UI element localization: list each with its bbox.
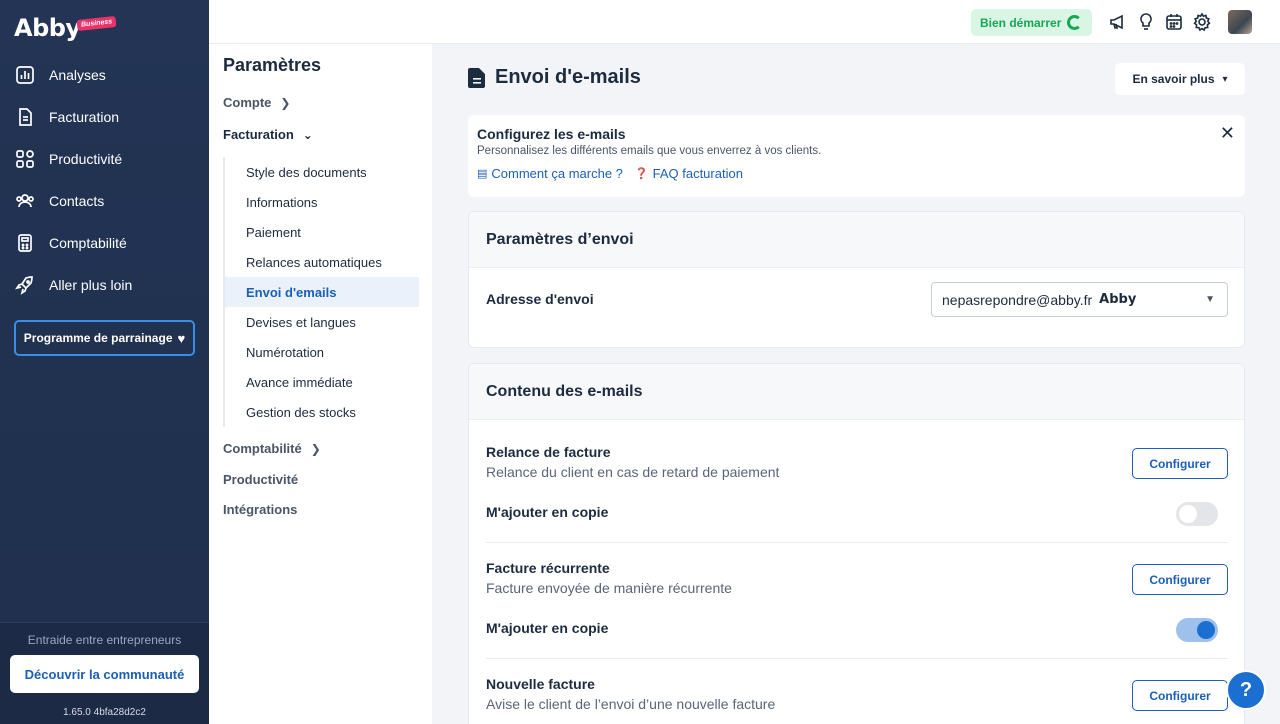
subnav-avance-immediate[interactable]: Avance immédiate xyxy=(225,367,419,397)
faq-link[interactable]: ❓ FAQ facturation xyxy=(635,166,743,181)
chevron-right-icon: ❯ xyxy=(280,95,291,110)
chevron-down-icon: ⌄ xyxy=(302,127,313,142)
info-links: ▤ Comment ça marche ? ❓ FAQ facturation xyxy=(477,166,755,181)
question-circle-icon: ❓ xyxy=(634,168,649,180)
chevron-right-icon: ❯ xyxy=(310,441,321,456)
grid-icon xyxy=(14,148,36,170)
recurrente-copy-toggle[interactable] xyxy=(1176,618,1218,642)
progress-ring-icon xyxy=(1067,15,1083,30)
nav-item-facturation[interactable]: Facturation xyxy=(0,96,209,138)
subnav-paiement[interactable]: Paiement xyxy=(225,217,419,247)
referral-program-button[interactable]: Programme de parrainage ♥ xyxy=(14,320,195,356)
business-badge: Business xyxy=(76,15,117,32)
sidebar: Abby Business Analyses Facturation Produ… xyxy=(0,0,209,724)
page-title: Envoi d'e-mails xyxy=(468,66,641,89)
document-icon xyxy=(14,106,36,128)
settings-section-integrations[interactable]: Intégrations xyxy=(223,502,297,517)
community-label: Entraide entre entrepreneurs xyxy=(27,633,182,647)
how-it-works-link[interactable]: ▤ Comment ça marche ? xyxy=(477,166,623,181)
info-banner: Configurez les e-mails Personnalisez les… xyxy=(468,115,1245,197)
relance-description: Relance du client en cas de retard de pa… xyxy=(486,464,780,480)
subnav-envoi-emails[interactable]: Envoi d'emails xyxy=(225,277,419,307)
nouvelle-facture-description: Avise le client de l’envoi d’une nouvell… xyxy=(486,696,776,712)
nav-item-analyses[interactable]: Analyses xyxy=(0,54,209,96)
close-icon[interactable]: ✕ xyxy=(1220,123,1235,144)
settings-section-comptabilite[interactable]: Comptabilité ❯ xyxy=(223,441,321,456)
nouvelle-facture-title: Nouvelle facture xyxy=(486,676,595,692)
community-panel: Entraide entre entrepreneurs Découvrir l… xyxy=(0,622,209,724)
settings-section-compte[interactable]: Compte ❯ xyxy=(223,95,290,110)
chevron-down-icon: ▾ xyxy=(1222,73,1228,85)
book-icon: ▤ xyxy=(477,168,488,180)
settings-menu: Paramètres Compte ❯ Facturation ⌄ Style de… xyxy=(209,44,432,724)
info-title: Configurez les e-mails xyxy=(477,126,626,142)
heart-icon: ♥ xyxy=(177,330,186,346)
recurrente-title: Facture récurrente xyxy=(486,560,610,576)
subnav-gestion-stocks[interactable]: Gestion des stocks xyxy=(225,397,419,427)
divider xyxy=(486,658,1228,659)
send-address-label: Adresse d'envoi xyxy=(486,291,594,307)
nav-item-comptabilite[interactable]: Comptabilité xyxy=(0,222,209,264)
topbar: Bien démarrer xyxy=(209,0,1280,44)
configure-nouvelle-facture-button[interactable]: Configurer xyxy=(1132,680,1228,711)
learn-more-dropdown[interactable]: En savoir plus ▾ xyxy=(1115,63,1245,95)
main-content: Envoi d'e-mails En savoir plus ▾ Configur… xyxy=(432,44,1280,724)
calendar-icon[interactable] xyxy=(1164,12,1184,32)
nav-item-productivite[interactable]: Productivité xyxy=(0,138,209,180)
send-settings-header: Paramètres d’envoi xyxy=(469,212,1244,268)
chevron-down-icon: ▼ xyxy=(1205,294,1215,305)
abby-brand-mark: Abby xyxy=(1099,292,1137,307)
send-address-select[interactable]: nepasrepondre@abby.fr Abby ▼ xyxy=(931,282,1228,317)
settings-title: Paramètres xyxy=(223,55,322,75)
lightbulb-icon[interactable] xyxy=(1136,12,1156,32)
settings-section-productivite[interactable]: Productivité xyxy=(223,472,298,487)
subnav-style-documents[interactable]: Style des documents xyxy=(225,157,419,187)
nav-item-contacts[interactable]: Contacts xyxy=(0,180,209,222)
relance-copy-label: M'ajouter en copie xyxy=(486,504,609,520)
discover-community-button[interactable]: Découvrir la communauté xyxy=(10,655,199,693)
email-content-card: Contenu des e-mails Relance de facture R… xyxy=(468,363,1245,724)
subnav-numerotation[interactable]: Numérotation xyxy=(225,337,419,367)
configure-recurrente-button[interactable]: Configurer xyxy=(1132,564,1228,595)
nav-item-aller-plus-loin[interactable]: Aller plus loin xyxy=(0,264,209,306)
subnav-informations[interactable]: Informations xyxy=(225,187,419,217)
get-started-button[interactable]: Bien démarrer xyxy=(971,9,1092,36)
configure-relance-button[interactable]: Configurer xyxy=(1132,448,1228,479)
document-icon xyxy=(468,67,485,88)
send-settings-card: Paramètres d’envoi Adresse d'envoi nepas… xyxy=(468,211,1245,348)
users-icon xyxy=(14,190,36,212)
subnav-devises-langues[interactable]: Devises et langues xyxy=(225,307,419,337)
app-version: 1.65.0 4bfa28d2c2 xyxy=(63,707,146,718)
recurrente-description: Facture envoyée de manière récurrente xyxy=(486,580,732,596)
info-description: Personnalisez les différents emails que … xyxy=(477,145,822,157)
recurrente-copy-label: M'ajouter en copie xyxy=(486,620,609,636)
subnav-relances-automatiques[interactable]: Relances automatiques xyxy=(225,247,419,277)
main-nav: Analyses Facturation Productivité Contac… xyxy=(0,54,209,306)
calculator-icon xyxy=(14,232,36,254)
megaphone-icon[interactable] xyxy=(1108,12,1128,32)
settings-section-facturation[interactable]: Facturation ⌄ xyxy=(223,127,313,142)
help-button[interactable]: ? xyxy=(1226,670,1266,710)
user-avatar[interactable] xyxy=(1228,10,1252,34)
relance-copy-toggle[interactable] xyxy=(1176,502,1218,526)
rocket-icon xyxy=(14,274,36,296)
gear-icon[interactable] xyxy=(1192,12,1212,32)
email-content-header: Contenu des e-mails xyxy=(469,364,1244,420)
facturation-subnav: Style des documents Informations Paiemen… xyxy=(223,157,419,427)
relance-title: Relance de facture xyxy=(486,444,611,460)
abby-logo[interactable]: Abby Business xyxy=(14,15,117,41)
divider xyxy=(486,542,1228,543)
chart-icon xyxy=(14,64,36,86)
